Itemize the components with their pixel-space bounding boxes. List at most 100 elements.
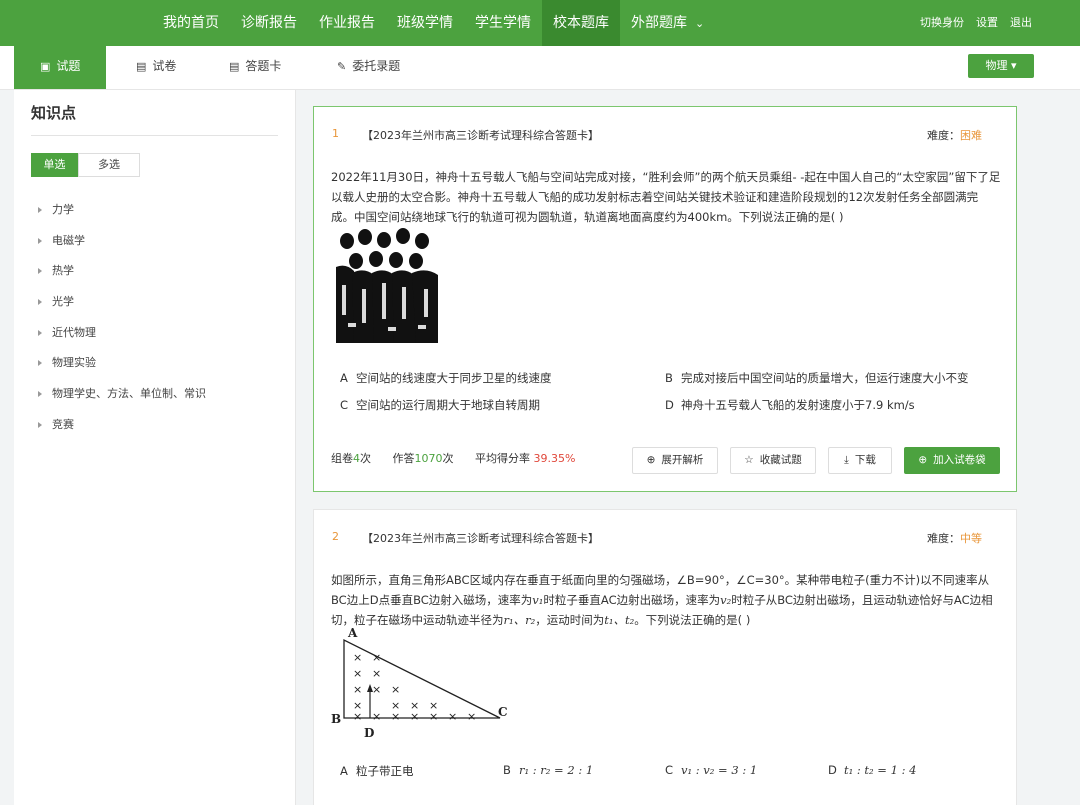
option-a[interactable]: A 空间站的线速度大于同步卫星的线速度 [340, 370, 552, 386]
option-c[interactable]: Cv₁ : v₂ = 3 : 1 [665, 763, 757, 777]
average-score-rate: 平均得分率 39.35% [475, 452, 575, 465]
difficulty-label: 难度： [927, 532, 960, 545]
tab-entrust-entry[interactable]: ✎ 委托录题 [337, 46, 400, 89]
option-b[interactable]: Br₁ : r₂ = 2 : 1 [503, 763, 593, 777]
option-text: 神舟十五号载人飞船的发射速度小于7.9 km/s [681, 398, 915, 412]
button-label: 加入试卷袋 [933, 454, 986, 466]
tab-answer-sheet-label: 答题卡 [245, 59, 282, 73]
caret-right-icon [38, 360, 42, 367]
point-label-d: D [364, 726, 374, 738]
question-card[interactable]: 2 【2023年兰州市高三诊断考试理科综合答题卡】 难度：中等 如图所示，直角三… [313, 509, 1017, 805]
answer-card-icon: ▤ [229, 60, 240, 73]
caret-right-icon [38, 207, 42, 213]
svg-text:×: × [353, 667, 362, 680]
answer-count: 作答1070次 [393, 452, 454, 465]
nav-external-label: 外部题库 [631, 15, 687, 31]
question-stem: 2022年11月30日，神舟十五号载人飞船与空间站完成对接，“胜利会师”的两个航… [331, 170, 1001, 224]
compose-count: 组卷4次 [331, 452, 371, 465]
compose-suffix: 次 [360, 452, 371, 465]
tree-item-optics[interactable]: 光学 [38, 287, 206, 318]
caret-down-icon: ▾ [1010, 59, 1017, 72]
add-to-paper-bag-button[interactable]: ⊕ 加入试卷袋 [904, 447, 1000, 474]
vertex-label-c: C [498, 705, 508, 719]
button-label: 展开解析 [661, 454, 704, 466]
knowledge-tree: 力学 电磁学 热学 光学 近代物理 物理实验 物理学史、方法、单位制、常识 竞赛 [38, 195, 206, 441]
question-card[interactable]: 1 【2023年兰州市高三诊断考试理科综合答题卡】 难度：困难 2022年11月… [313, 106, 1017, 492]
sidebar-title: 知识点 [31, 104, 77, 122]
nav-home[interactable]: 我的首页 [152, 0, 230, 46]
difficulty-value: 困难 [960, 129, 982, 142]
tree-item-thermodynamics[interactable]: 热学 [38, 256, 206, 287]
option-text: 空间站的运行周期大于地球自转周期 [356, 398, 540, 412]
tree-item-modern-physics[interactable]: 近代物理 [38, 318, 206, 349]
nav-class-analysis[interactable]: 班级学情 [386, 0, 464, 46]
compose-value: 4 [353, 452, 360, 465]
download-button[interactable]: ⤓ 下载 [828, 447, 892, 474]
nav-homework-report[interactable]: 作业报告 [308, 0, 386, 46]
option-letter: B [503, 763, 511, 777]
option-b[interactable]: B 完成对接后中国空间站的质量增大，但运行速度大小不变 [665, 370, 969, 386]
nav-diagnosis-report[interactable]: 诊断报告 [230, 0, 308, 46]
plus-circle-icon: ⊕ [918, 454, 928, 466]
favorite-question-button[interactable]: ☆ 收藏试题 [730, 447, 816, 474]
tab-papers[interactable]: ▤ 试卷 [136, 46, 176, 89]
nav-school-question-bank[interactable]: 校本题库 [542, 0, 620, 46]
option-c[interactable]: C 空间站的运行周期大于地球自转周期 [340, 397, 540, 413]
nav-student-analysis[interactable]: 学生学情 [464, 0, 542, 46]
chevron-down-icon: ⌄ [695, 17, 705, 30]
question-number: 2 [332, 530, 339, 543]
multi-select-button[interactable]: 多选 [78, 153, 140, 177]
difficulty-value: 中等 [960, 532, 982, 545]
stem-text: 。下列说法正确的是( ) [634, 613, 751, 627]
tab-questions[interactable]: ▣ 试题 [14, 46, 107, 89]
tree-item-experiments[interactable]: 物理实验 [38, 348, 206, 379]
option-letter: A [340, 371, 348, 385]
svg-text:×: × [467, 710, 476, 723]
option-d[interactable]: Dt₁ : t₂ = 1 : 4 [828, 763, 916, 777]
difficulty: 难度：中等 [927, 530, 982, 546]
subject-select[interactable]: 物理 ▾ [968, 54, 1034, 78]
tab-entrust-entry-label: 委托录题 [352, 59, 401, 73]
tree-item-label: 近代物理 [52, 325, 96, 339]
svg-text:×: × [372, 651, 381, 664]
option-text: 粒子带正电 [356, 764, 414, 778]
question-source: 【2023年兰州市高三诊断考试理科综合答题卡】 [362, 532, 599, 545]
subject-select-label: 物理 [985, 59, 1008, 72]
vertex-label-b: B [331, 712, 341, 726]
option-d[interactable]: D 神舟十五号载人飞船的发射速度小于7.9 km/s [665, 397, 915, 413]
svg-text:×: × [372, 667, 381, 680]
svg-text:×: × [391, 710, 400, 723]
caret-right-icon [38, 268, 42, 275]
svg-text:×: × [353, 651, 362, 664]
tree-item-label: 竞赛 [52, 417, 74, 431]
answer-suffix: 次 [442, 452, 454, 465]
single-select-button[interactable]: 单选 [31, 153, 78, 177]
option-letter: A [340, 764, 348, 778]
option-letter: D [828, 763, 837, 777]
download-icon: ⤓ [844, 454, 849, 466]
sub-nav: ▣ 试题 ▤ 试卷 ▤ 答题卡 ✎ 委托录题 物理 ▾ [0, 46, 1080, 90]
settings-link[interactable]: 设置 [976, 0, 998, 46]
vertex-label-a: A [347, 626, 358, 640]
knowledge-sidebar: 知识点 单选 多选 力学 电磁学 热学 光学 近代物理 物理实验 物理学史、方法… [14, 90, 296, 805]
tree-item-mechanics[interactable]: 力学 [38, 195, 206, 226]
tree-item-label: 光学 [52, 295, 74, 309]
caret-right-icon [38, 391, 42, 398]
expand-analysis-button[interactable]: ⊕ 展开解析 [632, 447, 718, 474]
tab-answer-sheet[interactable]: ▤ 答题卡 [229, 46, 281, 89]
stem-math-v1: v₁ [532, 593, 544, 607]
tree-item-history-methods[interactable]: 物理学史、方法、单位制、常识 [38, 379, 206, 410]
difficulty: 难度：困难 [927, 127, 982, 143]
logout-link[interactable]: 退出 [1010, 0, 1032, 46]
nav-external-question-bank[interactable]: 外部题库 ⌄ [620, 0, 715, 46]
option-a[interactable]: A 粒子带正电 [340, 763, 414, 779]
switch-identity-link[interactable]: 切换身份 [920, 0, 964, 46]
tree-item-competition[interactable]: 竞赛 [38, 410, 206, 441]
svg-text:×: × [372, 683, 381, 696]
svg-text:×: × [429, 710, 438, 723]
question-icon: ▣ [40, 60, 51, 73]
tree-item-electromagnetism[interactable]: 电磁学 [38, 226, 206, 257]
stem-math-v2: v₂ [720, 593, 732, 607]
question-source: 【2023年兰州市高三诊断考试理科综合答题卡】 [362, 129, 599, 142]
caret-right-icon [38, 421, 42, 428]
